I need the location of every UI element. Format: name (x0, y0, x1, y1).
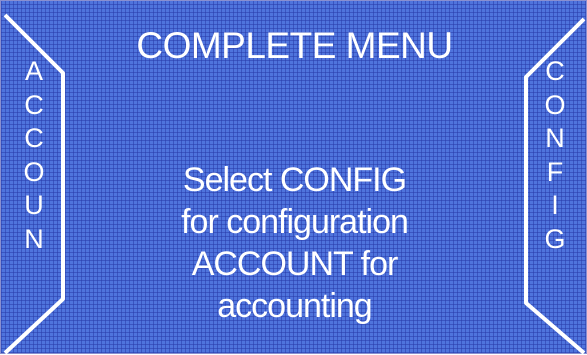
message-line: ACCOUNT for (191, 245, 399, 283)
screen-title: COMPLETE MENU (136, 25, 453, 66)
config-softkey[interactable]: C O N F I G (524, 15, 586, 347)
message-line: Select CONFIG (182, 161, 407, 199)
lcd-screen: A C C O U N C O N F I G COMPLETE MENU Se… (0, 0, 587, 355)
config-letter: O (544, 89, 566, 120)
message-line: accounting (217, 287, 372, 325)
account-letter: C (24, 123, 44, 153)
account-letter: U (24, 190, 44, 220)
config-letter: I (551, 190, 559, 220)
config-letter: C (545, 56, 565, 86)
instruction-message: Select CONFIG for configuration ACCOUNT … (81, 159, 508, 327)
config-letter: N (545, 123, 565, 153)
account-softkey-label: A C C O U N (3, 55, 65, 256)
config-letter: G (544, 223, 566, 254)
config-letter: F (546, 156, 564, 187)
config-softkey-label: C O N F I G (524, 55, 586, 256)
account-letter: C (24, 89, 44, 120)
account-letter: A (24, 56, 43, 86)
account-softkey[interactable]: A C C O U N (3, 15, 65, 347)
account-letter: N (24, 223, 44, 254)
message-line: for configuration (181, 203, 409, 241)
account-letter: O (23, 156, 45, 187)
